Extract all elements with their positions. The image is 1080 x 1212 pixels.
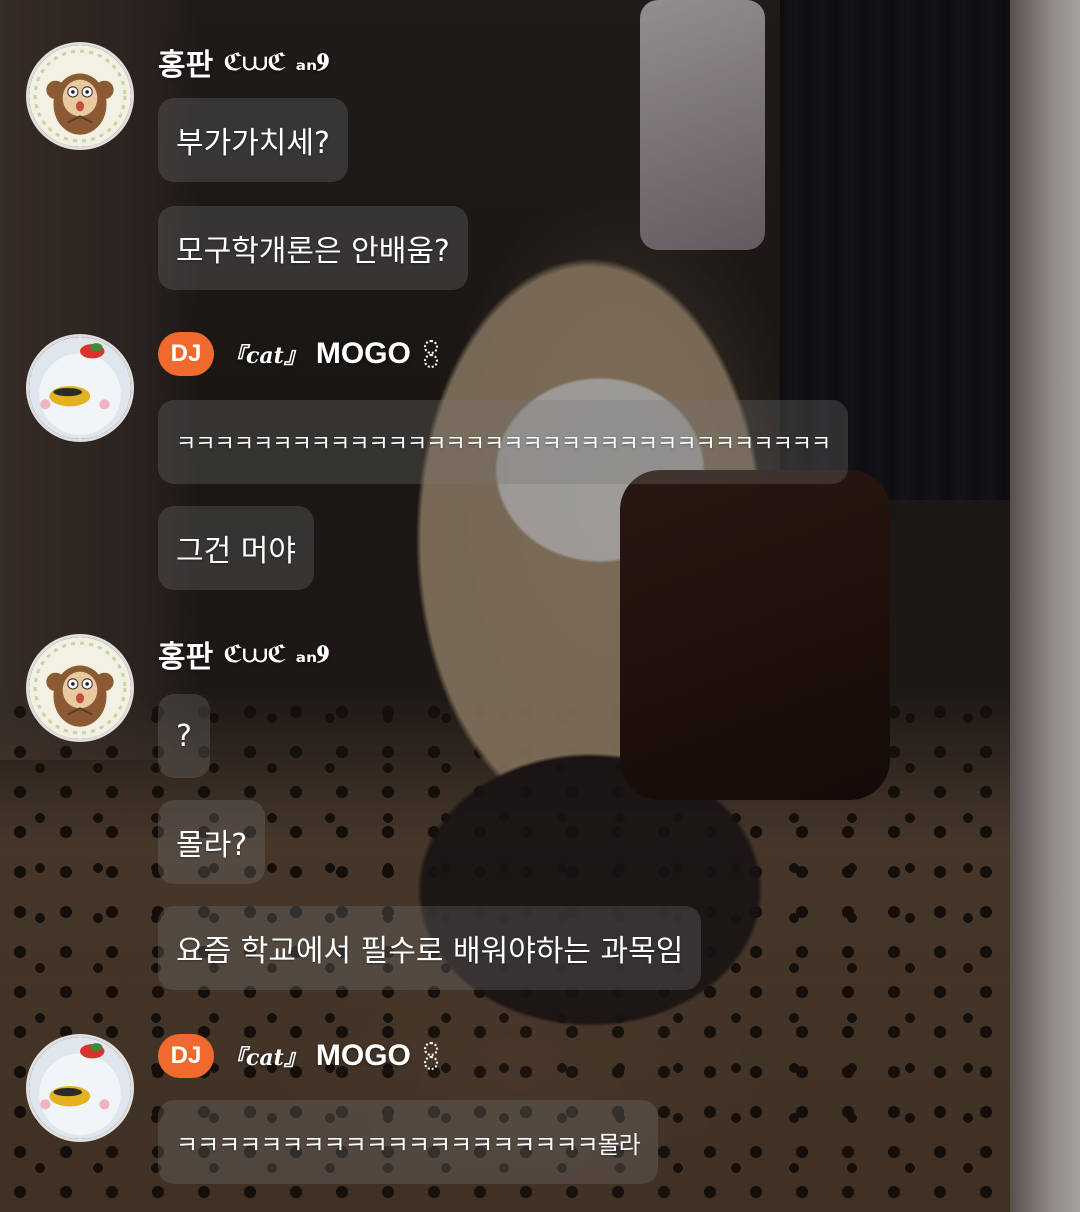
dj-badge: DJ	[158, 332, 214, 376]
bird-avatar-icon[interactable]	[26, 1034, 134, 1142]
chat-bubble[interactable]: 그건 머야	[158, 506, 314, 590]
sender-name[interactable]: 홍판	[158, 40, 213, 84]
sender-name-row: 홍판 ℭ⩊ℭ ₐₙ𝟗	[158, 40, 329, 84]
sender-name-prefix: 『cat』	[224, 343, 306, 369]
bird-avatar-icon[interactable]	[26, 334, 134, 442]
chat-bubble[interactable]: 모구학개론은 안배움?	[158, 206, 468, 290]
chat-bubble[interactable]: ?	[158, 694, 210, 778]
sparkle-icon	[421, 340, 438, 368]
monkey-avatar-icon[interactable]	[26, 42, 134, 150]
sender-name[interactable]: MOGO	[316, 1039, 411, 1073]
sender-name-prefix: 『cat』	[224, 1045, 306, 1071]
sender-name-row: DJ 『cat』 MOGO	[158, 1034, 438, 1078]
chat-bubble[interactable]: ㅋㅋㅋㅋㅋㅋㅋㅋㅋㅋㅋㅋㅋㅋㅋㅋㅋㅋㅋㅋㅋㅋㅋㅋㅋㅋㅋㅋㅋㅋㅋㅋㅋㅋ	[158, 400, 849, 484]
dj-badge: DJ	[158, 1034, 214, 1078]
sender-name-suffix: ℭ⩊ℭ ₐₙ𝟗	[223, 48, 330, 76]
chat-bubble[interactable]: 부가가치세?	[158, 98, 348, 182]
sender-name-row: 홍판 ℭ⩊ℭ ₐₙ𝟗	[158, 632, 329, 676]
chat-bubble[interactable]: 몰라?	[158, 800, 266, 884]
sender-name[interactable]: 홍판	[158, 632, 213, 676]
monkey-avatar-icon[interactable]	[26, 634, 134, 742]
sender-name[interactable]: MOGO	[316, 337, 411, 371]
sparkle-icon	[421, 1042, 438, 1070]
sender-name-row: DJ 『cat』 MOGO	[158, 332, 438, 376]
chat-bubble[interactable]: 요즘 학교에서 필수로 배워야하는 과목임	[158, 906, 702, 990]
chat-bubble[interactable]: ㅋㅋㅋㅋㅋㅋㅋㅋㅋㅋㅋㅋㅋㅋㅋㅋㅋㅋㅋㅋ몰라	[158, 1100, 658, 1184]
sender-name-suffix: ℭ⩊ℭ ₐₙ𝟗	[223, 640, 330, 668]
chat-overlay: 홍판 ℭ⩊ℭ ₐₙ𝟗 부가가치세? 모구학개론은 안배움? DJ 『cat』 M…	[0, 0, 1080, 1212]
